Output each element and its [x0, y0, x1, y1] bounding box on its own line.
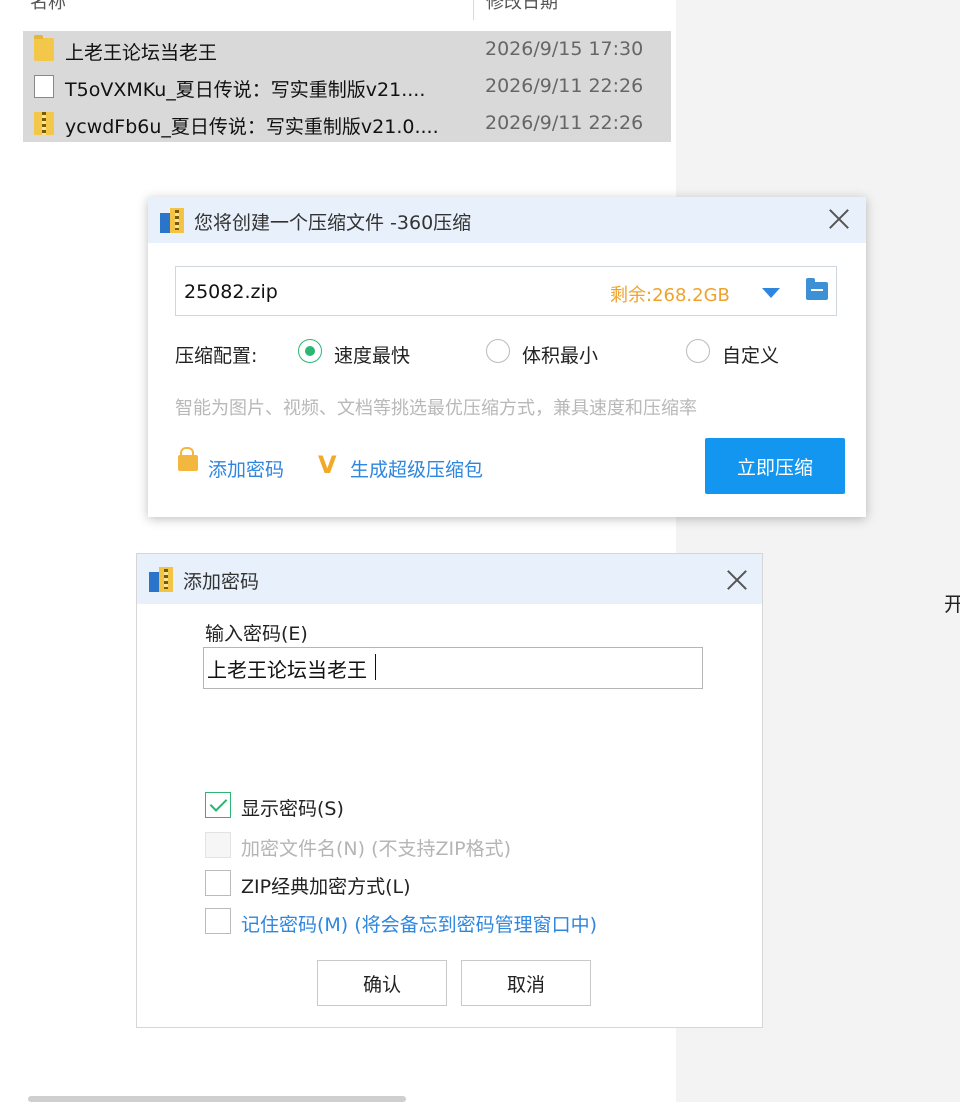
compress-hint: 智能为图片、视频、文档等挑选最优压缩方式，兼具速度和压缩率	[175, 398, 697, 419]
folder-icon	[34, 35, 54, 61]
remember-password-label[interactable]: 记住密码(M) (将会备忘到密码管理窗口中)	[241, 910, 597, 937]
password-label: 输入密码(E)	[205, 623, 308, 645]
chevron-down-icon[interactable]	[762, 288, 780, 298]
column-header: 名称 修改日期	[0, 0, 672, 22]
radio-fastest-label[interactable]: 速度最快	[334, 341, 410, 368]
column-name-header[interactable]: 名称	[30, 0, 66, 14]
dialog-titlebar[interactable]: 您将创建一个压缩文件 -360压缩	[148, 197, 866, 243]
close-icon[interactable]	[726, 569, 748, 591]
archive-filename[interactable]: 25082.zip	[184, 281, 278, 303]
file-row[interactable]: 上老王论坛当老王 2026/9/15 17:30	[23, 31, 671, 68]
dialog-title: 添加密码	[183, 571, 260, 593]
lock-icon[interactable]	[178, 447, 198, 471]
password-dialog: 添加密码 输入密码(E) 显示密码(S) 加密文件名(N) (不支持ZIP格式)…	[136, 553, 763, 1028]
ok-button[interactable]: 确认	[317, 960, 447, 1006]
encrypt-filename-label: 加密文件名(N) (不支持ZIP格式)	[241, 838, 511, 860]
horizontal-scrollbar[interactable]	[28, 1096, 406, 1102]
add-password-link[interactable]: 添加密码	[208, 455, 284, 482]
v-badge-icon[interactable]: V	[318, 451, 337, 479]
close-icon[interactable]	[828, 208, 850, 230]
text-cursor	[375, 654, 376, 680]
column-date-header[interactable]: 修改日期	[486, 0, 558, 14]
show-password-label[interactable]: 显示密码(S)	[241, 794, 344, 821]
free-space-label: 剩余:268.2GB	[610, 285, 730, 306]
radio-smallest[interactable]	[486, 339, 510, 363]
zip-classic-label[interactable]: ZIP经典加密方式(L)	[241, 872, 411, 899]
compress-now-button[interactable]: 立即压缩	[705, 438, 845, 494]
dialog-title: 您将创建一个压缩文件 -360压缩	[194, 212, 472, 234]
show-password-checkbox[interactable]	[205, 792, 231, 818]
column-divider[interactable]	[473, 0, 474, 20]
file-list: 上老王论坛当老王 2026/9/15 17:30 T5oVXMKu_夏日传说：写…	[23, 31, 671, 142]
radio-fastest[interactable]	[298, 339, 322, 363]
file-name: 上老王论坛当老王	[65, 42, 218, 64]
file-name: T5oVXMKu_夏日传说：写实重制版v21....	[65, 79, 426, 101]
zip-archive-icon	[34, 112, 54, 135]
file-row[interactable]: ycwdFb6u_夏日传说：写实重制版v21.0.... 2026/9/11 2…	[23, 105, 671, 142]
file-date: 2026/9/11 22:26	[485, 112, 644, 134]
compress-dialog: 您将创建一个压缩文件 -360压缩 25082.zip 剩余:268.2GB 压…	[148, 197, 866, 517]
password-input[interactable]	[203, 647, 703, 689]
super-pack-link[interactable]: 生成超级压缩包	[350, 455, 483, 482]
document-icon	[34, 75, 54, 98]
zip-app-icon	[160, 208, 186, 234]
file-date: 2026/9/15 17:30	[485, 38, 644, 60]
dialog-titlebar[interactable]: 添加密码	[137, 554, 762, 604]
radio-smallest-label[interactable]: 体积最小	[522, 341, 598, 368]
encrypt-filename-checkbox	[205, 832, 231, 858]
radio-custom[interactable]	[686, 339, 710, 363]
browse-folder-icon[interactable]	[806, 278, 828, 300]
remember-password-checkbox[interactable]	[205, 908, 231, 934]
archive-path-field[interactable]: 25082.zip 剩余:268.2GB	[175, 266, 837, 316]
truncated-text: 开	[944, 592, 960, 616]
compress-config-label: 压缩配置:	[175, 345, 258, 367]
file-date: 2026/9/11 22:26	[485, 75, 644, 97]
zip-app-icon	[149, 567, 175, 593]
zip-classic-checkbox[interactable]	[205, 870, 231, 896]
radio-custom-label[interactable]: 自定义	[722, 341, 779, 368]
file-name: ycwdFb6u_夏日传说：写实重制版v21.0....	[65, 116, 439, 138]
cancel-button[interactable]: 取消	[461, 960, 591, 1006]
file-row[interactable]: T5oVXMKu_夏日传说：写实重制版v21.... 2026/9/11 22:…	[23, 68, 671, 105]
